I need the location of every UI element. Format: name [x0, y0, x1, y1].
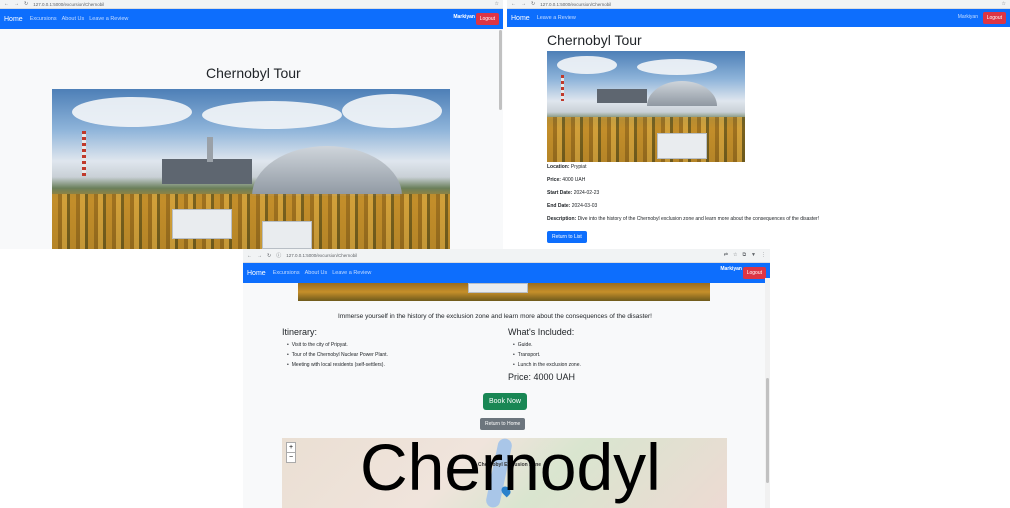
nav-about-link[interactable]: About Us: [62, 16, 85, 22]
logout-button[interactable]: Logout: [742, 267, 766, 279]
star-icon[interactable]: ☆: [733, 252, 737, 258]
tour-photo: [52, 89, 450, 249]
logout-button[interactable]: Logout: [475, 13, 499, 25]
nav-excursions-link[interactable]: Excursions: [273, 270, 300, 276]
browser-toolbar: ← → ↻ 127.0.0.1:5000/excursion/Chernobil…: [507, 0, 1010, 9]
forward-icon[interactable]: →: [257, 253, 262, 259]
extensions-icon[interactable]: ⧉: [742, 252, 746, 258]
return-home-button[interactable]: Return to Home: [480, 418, 526, 430]
forward-icon[interactable]: →: [521, 1, 526, 7]
list-item: Guide.: [513, 342, 581, 348]
list-item: Visit to the city of Pripyat.: [287, 342, 388, 348]
star-icon[interactable]: ☆: [1002, 1, 1006, 7]
nav-home-link[interactable]: Home: [247, 270, 266, 277]
tour-photo: [547, 51, 745, 162]
overlay-caption: Chernodyl: [360, 430, 661, 504]
info-icon[interactable]: ⓘ: [276, 252, 281, 259]
price-line: Price: 4000 UAH: [547, 177, 586, 183]
end-date-line: End Date: 2024-03-03: [547, 203, 598, 209]
address-bar[interactable]: 127.0.0.1:5000/excursion/Chernobil: [286, 253, 357, 258]
screenshot-tour-details: ← → ↻ 127.0.0.1:5000/excursion/Chernobil…: [507, 0, 1010, 249]
reload-icon[interactable]: ↻: [531, 1, 535, 7]
return-to-list-button[interactable]: Return to List: [547, 231, 587, 243]
price-heading: Price: 4000 UAH: [508, 372, 576, 382]
forward-icon[interactable]: →: [14, 1, 19, 7]
description-line: Description: Dive into the history of th…: [547, 216, 820, 222]
translate-icon[interactable]: ⇄: [724, 252, 728, 258]
download-icon[interactable]: ▼: [751, 252, 756, 258]
nav-review-link[interactable]: Leave a Review: [89, 16, 128, 22]
nav-about-link[interactable]: About Us: [305, 270, 328, 276]
reload-icon[interactable]: ↻: [24, 1, 28, 7]
nav-excursions-link[interactable]: Excursions: [30, 16, 57, 22]
nav-home-link[interactable]: Home: [4, 16, 23, 23]
nav-home-link[interactable]: Home: [511, 15, 530, 22]
navbar: Home Excursions About Us Leave a Review …: [0, 9, 503, 29]
itinerary-list: Visit to the city of Pripyat. Tour of th…: [287, 342, 388, 372]
list-item: Tour of the Chernobyl Nuclear Power Plan…: [287, 352, 388, 358]
map-zoom-control: + −: [286, 442, 296, 463]
included-heading: What's Included:: [508, 327, 575, 337]
list-item: Lunch in the exclusion zone.: [513, 362, 581, 368]
scrollbar[interactable]: [499, 30, 502, 110]
browser-toolbar: ← → ↻ ⓘ 127.0.0.1:5000/excursion/Chernob…: [243, 249, 770, 263]
browser-toolbar: ← → ↻ 127.0.0.1:5000/excursion/Chernobil…: [0, 0, 503, 9]
list-item: Transport.: [513, 352, 581, 358]
star-icon[interactable]: ☆: [495, 1, 499, 7]
reload-icon[interactable]: ↻: [267, 253, 271, 259]
address-bar[interactable]: 127.0.0.1:5000/excursion/Chernobil: [540, 2, 611, 7]
back-icon[interactable]: ←: [4, 1, 9, 7]
page-title: Chernobyl Tour: [547, 32, 642, 48]
location-line: Location: Prypiat: [547, 164, 587, 170]
back-icon[interactable]: ←: [511, 1, 516, 7]
list-item: Meeting with local residents (self-settl…: [287, 362, 388, 368]
username: Markiyan: [453, 14, 475, 20]
navbar: Home Excursions About Us Leave a Review …: [243, 263, 770, 283]
zoom-out-button[interactable]: −: [287, 452, 295, 462]
username: Markiyan: [720, 266, 742, 272]
back-icon[interactable]: ←: [247, 253, 252, 259]
menu-icon[interactable]: ⋮: [761, 252, 766, 258]
tour-photo-bottom-edge: [298, 283, 710, 301]
itinerary-heading: Itinerary:: [282, 327, 318, 337]
start-date-line: Start Date: 2024-02-23: [547, 190, 600, 196]
username: Markiyan: [957, 14, 978, 20]
book-now-button[interactable]: Book Now: [483, 393, 527, 410]
included-list: Guide. Transport. Lunch in the exclusion…: [513, 342, 581, 372]
intro-text: Immerse yourself in the history of the e…: [338, 313, 652, 320]
navbar: Home Leave a Review Markiyan Logout: [507, 9, 1010, 27]
scrollbar-track[interactable]: [765, 278, 770, 508]
scrollbar-thumb[interactable]: [766, 378, 769, 483]
nav-review-link[interactable]: Leave a Review: [332, 270, 371, 276]
address-bar[interactable]: 127.0.0.1:5000/excursion/Chernobil: [33, 2, 104, 7]
page-title: Chernobyl Tour: [206, 65, 301, 81]
nav-review-link[interactable]: Leave a Review: [537, 15, 576, 21]
logout-button[interactable]: Logout: [982, 12, 1006, 24]
screenshot-tour-page-top: ← → ↻ 127.0.0.1:5000/excursion/Chernobil…: [0, 0, 503, 249]
zoom-in-button[interactable]: +: [287, 443, 295, 452]
